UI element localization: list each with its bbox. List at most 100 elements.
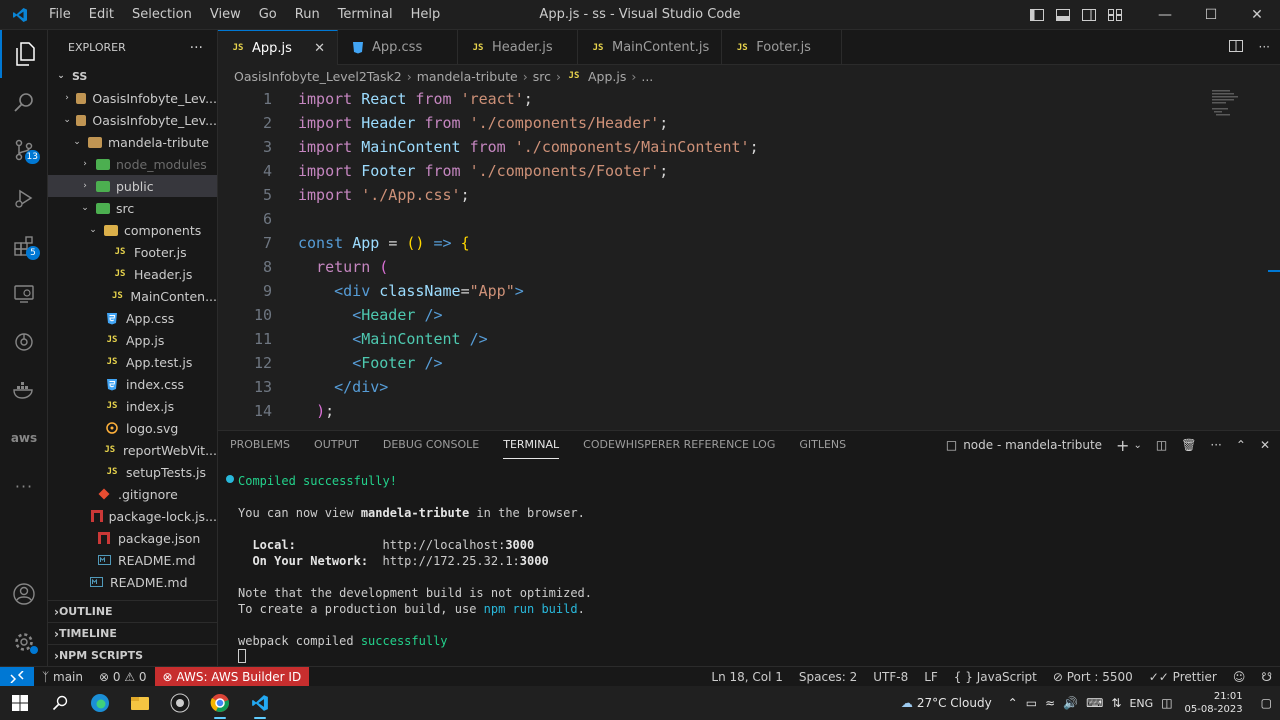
terminal-output[interactable]: Compiled successfully! You can now view m… (218, 459, 1280, 649)
taskbar-search-icon[interactable] (40, 686, 80, 720)
tree-item[interactable]: README.md (48, 571, 217, 593)
panel-tab-debug-console[interactable]: DEBUG CONSOLE (383, 431, 479, 459)
section-outline[interactable]: › OUTLINE (48, 600, 218, 622)
panel-tab-output[interactable]: OUTPUT (314, 431, 359, 459)
maximize-icon[interactable]: ☐ (1188, 0, 1234, 30)
tree-item[interactable]: › OasisInfobyte_Lev... (48, 87, 217, 109)
language-mode[interactable]: { } JavaScript (946, 667, 1045, 687)
tree-item[interactable]: ⌄ components (48, 219, 217, 241)
prettier[interactable]: ✓✓ Prettier (1141, 667, 1225, 687)
explorer-icon[interactable] (0, 30, 48, 78)
close-window-icon[interactable]: ✕ (1234, 0, 1280, 30)
tree-item[interactable]: package.json (48, 527, 217, 549)
split-terminal-icon[interactable]: ◫ (1156, 438, 1167, 452)
remote-indicator-icon[interactable] (0, 666, 34, 687)
file-explorer-icon[interactable] (120, 686, 160, 720)
breadcrumb-item[interactable]: src (533, 69, 551, 84)
tree-item[interactable]: logo.svg (48, 417, 217, 439)
tree-item[interactable]: JS Footer.js (48, 241, 217, 263)
split-editor-icon[interactable] (1228, 39, 1243, 55)
close-panel-icon[interactable]: ✕ (1260, 438, 1270, 452)
tree-item[interactable]: App.css (48, 307, 217, 329)
toggle-primary-sidebar-icon[interactable] (1024, 0, 1050, 30)
volume-icon[interactable]: 🔊 (1063, 696, 1078, 710)
terminal-dropdown-icon[interactable]: ⌄ (1133, 440, 1141, 451)
live-server-port[interactable]: ⊘ Port : 5500 (1045, 667, 1141, 687)
tree-item[interactable]: JS App.test.js (48, 351, 217, 373)
gitlens-icon[interactable] (0, 318, 48, 366)
minimap[interactable] (1210, 88, 1250, 128)
tray-expand-icon[interactable]: ⌃ (1008, 696, 1018, 710)
tree-item[interactable]: ⌄ src (48, 197, 217, 219)
windows-start-icon[interactable] (0, 686, 40, 720)
network-icon[interactable]: ⇅ (1111, 696, 1121, 710)
run-debug-icon[interactable] (0, 174, 48, 222)
tab-app-js[interactable]: JS App.js ✕ (218, 30, 338, 65)
notifications-bell-icon[interactable]: ☋ (1253, 667, 1280, 687)
weather[interactable]: 27°C Cloudy (917, 696, 992, 710)
github-desktop-icon[interactable] (160, 686, 200, 720)
panel-tab-terminal[interactable]: TERMINAL (503, 431, 560, 459)
tab-maincontent-js[interactable]: JS MainContent.js (578, 30, 723, 65)
toggle-panel-icon[interactable] (1050, 0, 1076, 30)
tab-footer-js[interactable]: JS Footer.js (722, 30, 843, 65)
menu-terminal[interactable]: Terminal (329, 7, 402, 22)
editor-more-icon[interactable]: ··· (1259, 40, 1270, 54)
remote-explorer-icon[interactable] (0, 270, 48, 318)
tree-item[interactable]: JS setupTests.js (48, 461, 217, 483)
explorer-more-icon[interactable]: ··· (190, 40, 203, 56)
source-control-icon[interactable]: 13 (0, 126, 48, 174)
tree-item[interactable]: index.css (48, 373, 217, 395)
tree-item[interactable]: › node_modules (48, 153, 217, 175)
new-terminal-icon[interactable]: + (1116, 436, 1129, 455)
menu-go[interactable]: Go (250, 7, 286, 22)
breadcrumb-item[interactable]: OasisInfobyte_Level2Task2 (234, 69, 402, 84)
tree-item[interactable]: JS reportWebVit... (48, 439, 217, 461)
tree-item[interactable]: README.md (48, 549, 217, 571)
code-editor[interactable]: 1 import React from 'react'; 2 import Head… (218, 87, 1280, 423)
chrome-icon[interactable] (200, 686, 240, 720)
vscode-taskbar-icon[interactable] (240, 686, 280, 720)
tab-app-css[interactable]: App.css (338, 30, 458, 65)
more-views-icon[interactable]: ··· (0, 462, 48, 510)
menu-file[interactable]: File (40, 7, 80, 22)
tree-item[interactable]: ⌄ OasisInfobyte_Lev... (48, 109, 217, 131)
tree-item[interactable]: › public (48, 175, 217, 197)
clock[interactable]: 21:01 05-08-2023 (1185, 690, 1243, 716)
menu-help[interactable]: Help (402, 7, 450, 22)
panel-tab-gitlens[interactable]: GITLENS (799, 431, 846, 459)
tree-item[interactable]: package-lock.js... (48, 505, 217, 527)
cursor-position[interactable]: Ln 18, Col 1 (703, 667, 791, 687)
settings-gear-icon[interactable] (0, 618, 48, 666)
tree-item[interactable]: JS MainConten... (48, 285, 217, 307)
problems-count[interactable]: ⊗ 0 ⚠ 0 (91, 667, 155, 687)
feedback-icon[interactable]: ☺ (1225, 667, 1254, 687)
panel-more-icon[interactable]: ··· (1210, 438, 1221, 452)
menu-view[interactable]: View (201, 7, 250, 22)
tree-item[interactable]: .gitignore (48, 483, 217, 505)
aws-icon[interactable]: aws (0, 414, 48, 462)
maximize-panel-icon[interactable]: ⌃ (1236, 438, 1246, 452)
keyboard-icon[interactable]: ⌨ (1086, 696, 1103, 710)
panel-tab-problems[interactable]: PROBLEMS (230, 431, 290, 459)
tree-item[interactable]: ⌄ mandela-tribute (48, 131, 217, 153)
notification-center-icon[interactable]: ▢ (1261, 696, 1272, 710)
edge-browser-icon[interactable] (80, 686, 120, 720)
tree-item[interactable]: JS Header.js (48, 263, 217, 285)
tree-item[interactable]: JS App.js (48, 329, 217, 351)
toggle-secondary-sidebar-icon[interactable] (1076, 0, 1102, 30)
minimize-icon[interactable]: — (1142, 0, 1188, 30)
encoding[interactable]: UTF-8 (865, 667, 916, 687)
wifi-icon[interactable]: ≈ (1045, 696, 1055, 710)
section-timeline[interactable]: › TIMELINE (48, 622, 218, 644)
battery-icon[interactable]: ▭ (1026, 696, 1037, 710)
search-icon[interactable] (0, 78, 48, 126)
section-npm-scripts[interactable]: › NPM SCRIPTS (48, 644, 218, 666)
menu-edit[interactable]: Edit (80, 7, 123, 22)
git-branch[interactable]: ᛉ main (34, 667, 91, 687)
customize-layout-icon[interactable] (1102, 0, 1128, 30)
indentation[interactable]: Spaces: 2 (791, 667, 865, 687)
workspace-root[interactable]: ⌄ SS (48, 65, 217, 87)
touch-keyboard-icon[interactable]: ◫ (1161, 696, 1172, 710)
kill-terminal-icon[interactable]: 🗑 (1181, 438, 1196, 452)
